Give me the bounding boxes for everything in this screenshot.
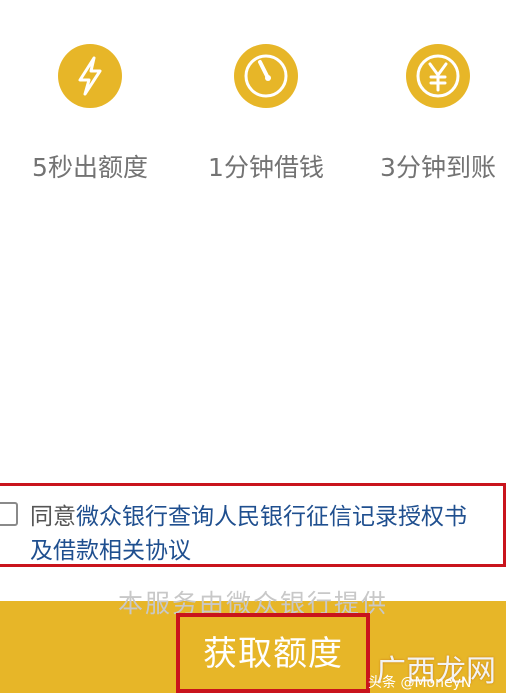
agreement-link-2[interactable]: 及借款相关协议 xyxy=(30,534,191,568)
yen-icon xyxy=(406,44,470,108)
agreement-prefix: 同意 xyxy=(30,504,76,530)
timer-icon xyxy=(234,44,298,108)
feature-fast-quota: 5秒出额度 xyxy=(10,44,170,184)
agreement-checkbox[interactable] xyxy=(0,502,18,526)
feature-fast-arrival: 3分钟到账 xyxy=(358,44,506,184)
feature-label: 1分钟借钱 xyxy=(208,153,324,182)
feature-label: 3分钟到账 xyxy=(380,153,496,182)
agreement-link-1[interactable]: 微众银行查询人民银行征信记录授权书 xyxy=(76,504,467,530)
watermark-sub: 头条 @MoneyN xyxy=(368,675,472,691)
feature-fast-loan: 1分钟借钱 xyxy=(186,44,346,184)
feature-label: 5秒出额度 xyxy=(32,153,148,182)
agreement-text[interactable]: 同意微众银行查询人民银行征信记录授权书 xyxy=(30,500,506,534)
lightning-icon xyxy=(58,44,122,108)
get-quota-button[interactable]: 获取额度 xyxy=(176,626,370,675)
